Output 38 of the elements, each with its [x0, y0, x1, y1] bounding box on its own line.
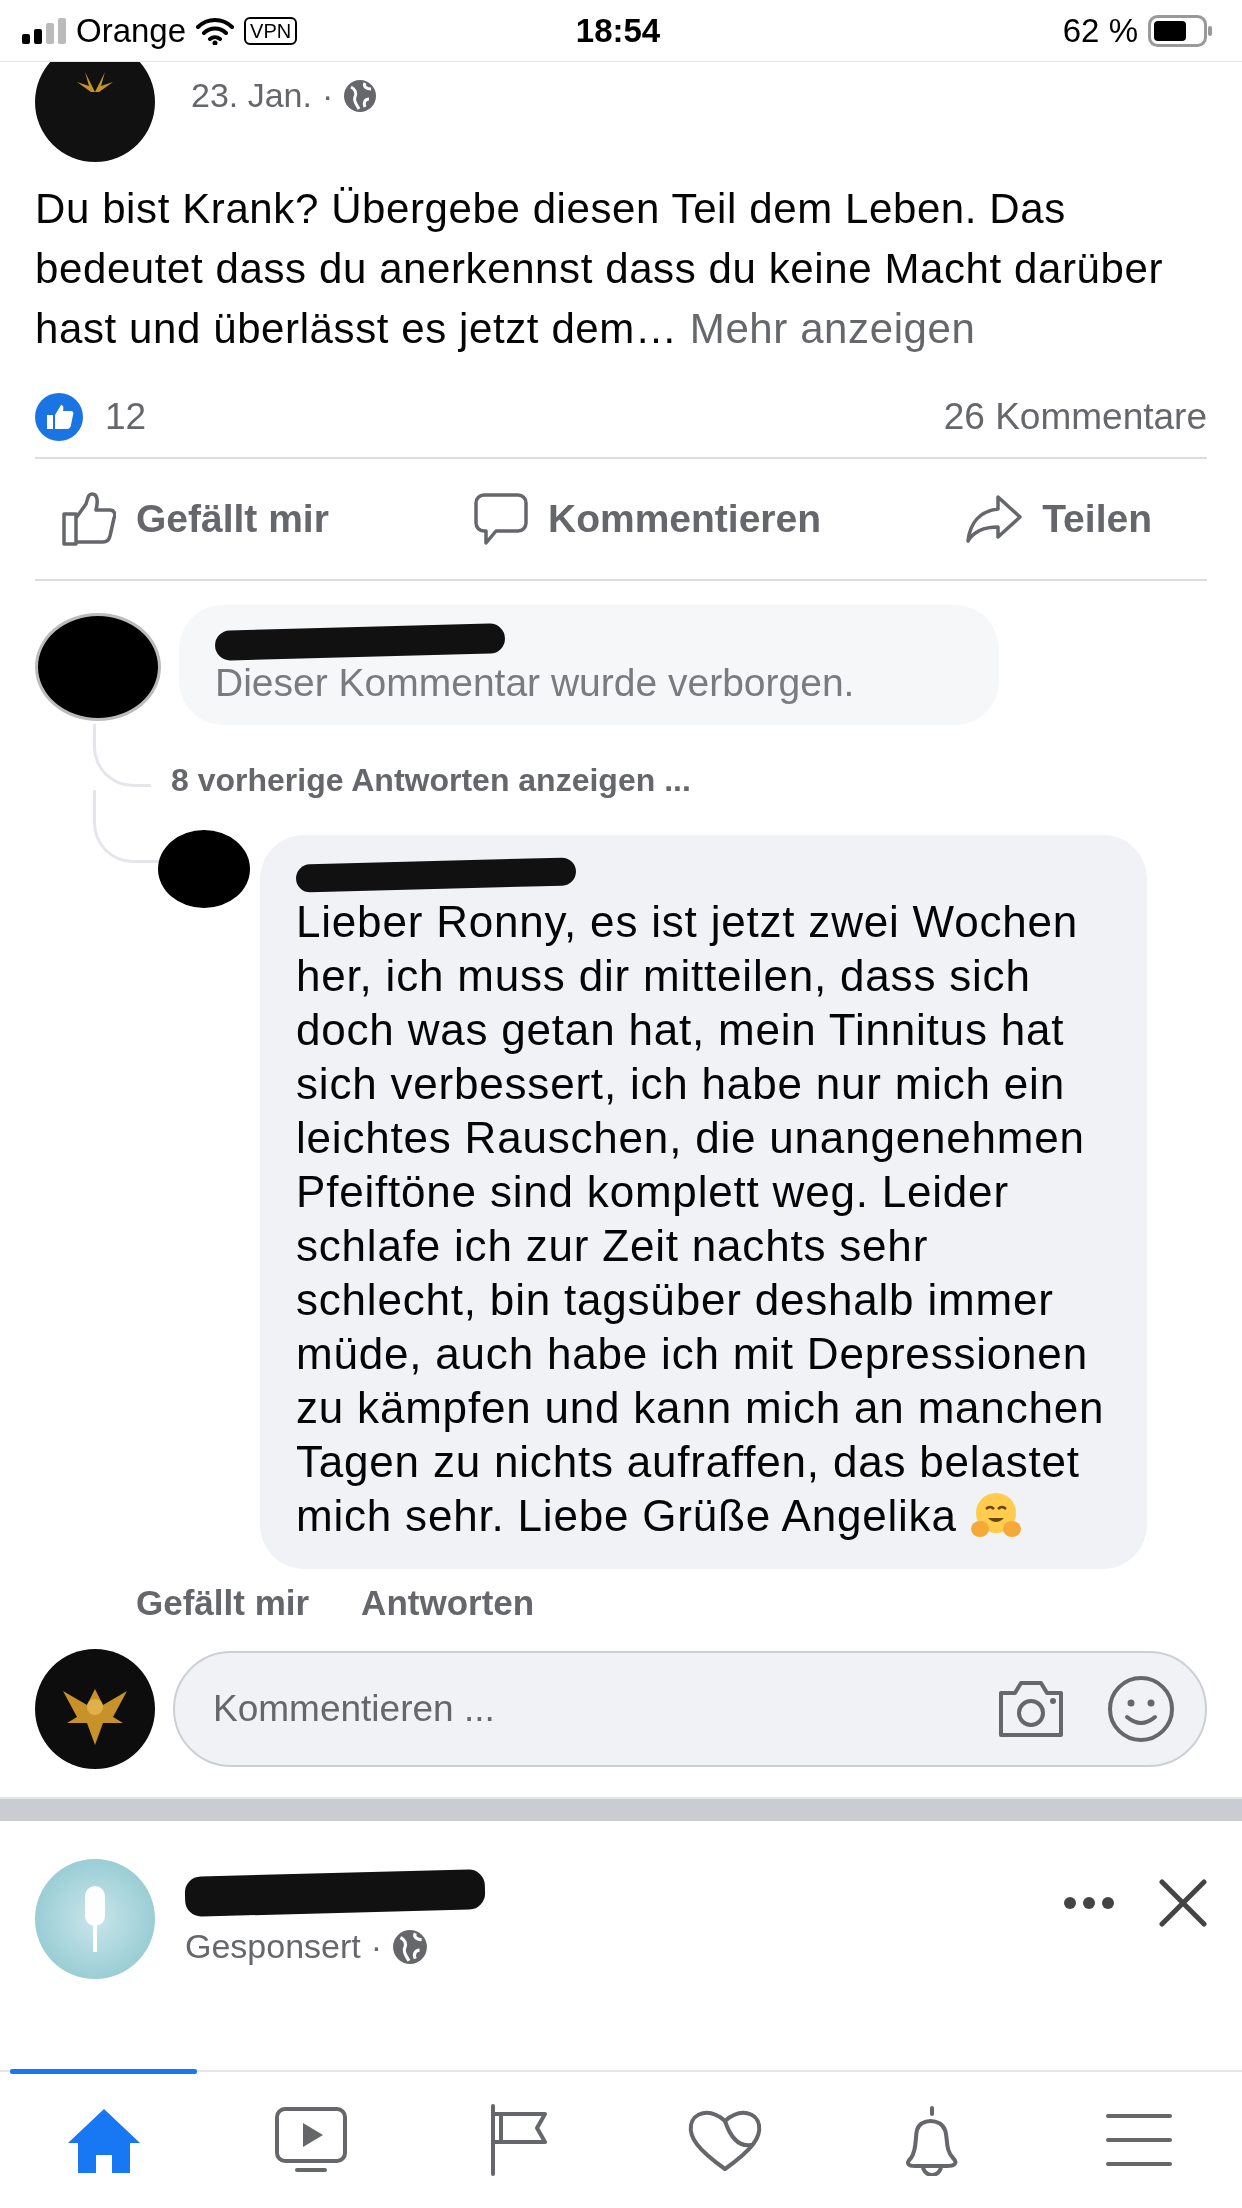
battery-percentage: 62 % [1062, 11, 1138, 50]
comment-input[interactable]: Kommentieren ... [211, 1687, 955, 1731]
thread-line [93, 723, 151, 787]
vpn-badge: VPN [244, 16, 298, 45]
speech-bubble-icon [474, 493, 528, 545]
video-icon [274, 2107, 347, 2173]
thumbs-up-icon [60, 492, 116, 546]
battery-icon [1148, 14, 1214, 47]
signal-icon [22, 17, 66, 44]
wifi-icon [196, 16, 235, 45]
reply-action-link[interactable]: Gefällt mir [136, 1583, 310, 1623]
smiley-icon[interactable] [1107, 1675, 1175, 1743]
reply-action-link[interactable]: Antworten [361, 1583, 535, 1623]
reply-text: Lieber Ronny, es ist jetzt zwei Wochen her, ich muss dir mitteilen, dass sich doch was getan hat, mein Tinnitus hat sich verbessert, ich habe nur mich ein leichtes Rauschen, die unangenehmen Pfeiftöne sind komplett weg. Leider schlafe ich zur Zeit nachts sehr schlecht, bin tagsüber deshalb immer müde, auch habe ich mit Depressionen zu kämpfen und kann mich an manchen Tagen zu nichts aufraffen, das belastet mich sehr. Liebe Grüße Angelika [296, 896, 1106, 1543]
carrier-name: Orange [76, 11, 187, 50]
like-button[interactable]: Gefällt mir [60, 492, 329, 546]
comment-count[interactable]: 26 Kommentare [943, 396, 1207, 438]
dot-separator: · [370, 1927, 383, 1966]
sponsored-label: Gesponsert [185, 1927, 361, 1966]
post-date: 23. Jan. [191, 76, 312, 115]
clock-time: 18:54 [575, 11, 661, 49]
previous-replies-link[interactable]: 8 vorherige Antworten anzeigen ... [151, 761, 691, 799]
globe-icon [392, 1928, 429, 1965]
comment-box[interactable]: Kommentieren ... [173, 1651, 1207, 1767]
hidden-comment-text: Dieser Kommentar wurde verborgen. [215, 661, 856, 705]
comment-button[interactable]: Kommentieren [474, 493, 822, 545]
dot-separator: · [322, 76, 334, 115]
post-text: Du bist Krank? Übergebe diesen Teil dem Leben. Das bedeutet dass du anerkennst dass du keine Macht darüber hast und überlässt es jetzt dem… Mehr anzeigen [35, 184, 1165, 354]
like-count[interactable]: 12 [105, 396, 147, 438]
more-options-icon[interactable] [1063, 1896, 1115, 1910]
globe-icon [343, 78, 378, 113]
like-reaction-icon [35, 393, 83, 441]
share-arrow-icon [966, 495, 1023, 543]
show-more-link[interactable]: Mehr anzeigen [689, 305, 976, 352]
close-icon[interactable] [1159, 1879, 1207, 1927]
flag-icon [488, 2104, 547, 2176]
menu-icon [1105, 2112, 1172, 2168]
share-button[interactable]: Teilen [966, 495, 1152, 543]
